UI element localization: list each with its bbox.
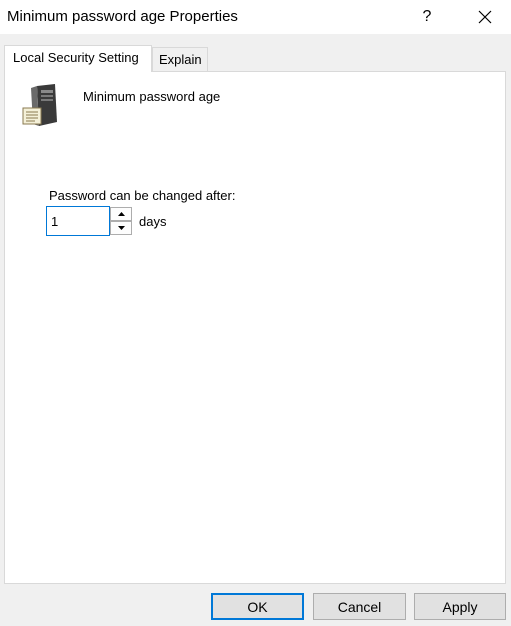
help-button[interactable]: ?	[412, 2, 442, 32]
apply-button[interactable]: Apply	[414, 593, 506, 620]
policy-name: Minimum password age	[83, 89, 221, 104]
chevron-up-icon	[117, 212, 125, 216]
tab-explain[interactable]: Explain	[152, 47, 208, 71]
spin-down-button[interactable]	[110, 221, 132, 235]
close-button[interactable]	[470, 2, 500, 32]
tab-local-security-setting[interactable]: Local Security Setting	[4, 45, 152, 72]
ok-button[interactable]: OK	[211, 593, 304, 620]
window-title: Minimum password age Properties	[7, 8, 238, 25]
tab-panel: Minimum password age Password can be cha…	[4, 71, 506, 584]
server-icon	[22, 84, 57, 126]
days-input[interactable]	[46, 206, 110, 236]
units-label: days	[139, 214, 167, 229]
days-spinner	[46, 206, 132, 236]
close-icon	[478, 10, 492, 24]
cancel-button[interactable]: Cancel	[313, 593, 406, 620]
title-bar: Minimum password age Properties ?	[0, 0, 511, 34]
chevron-down-icon	[117, 226, 125, 230]
spin-up-button[interactable]	[110, 207, 132, 221]
field-label: Password can be changed after:	[49, 188, 236, 203]
